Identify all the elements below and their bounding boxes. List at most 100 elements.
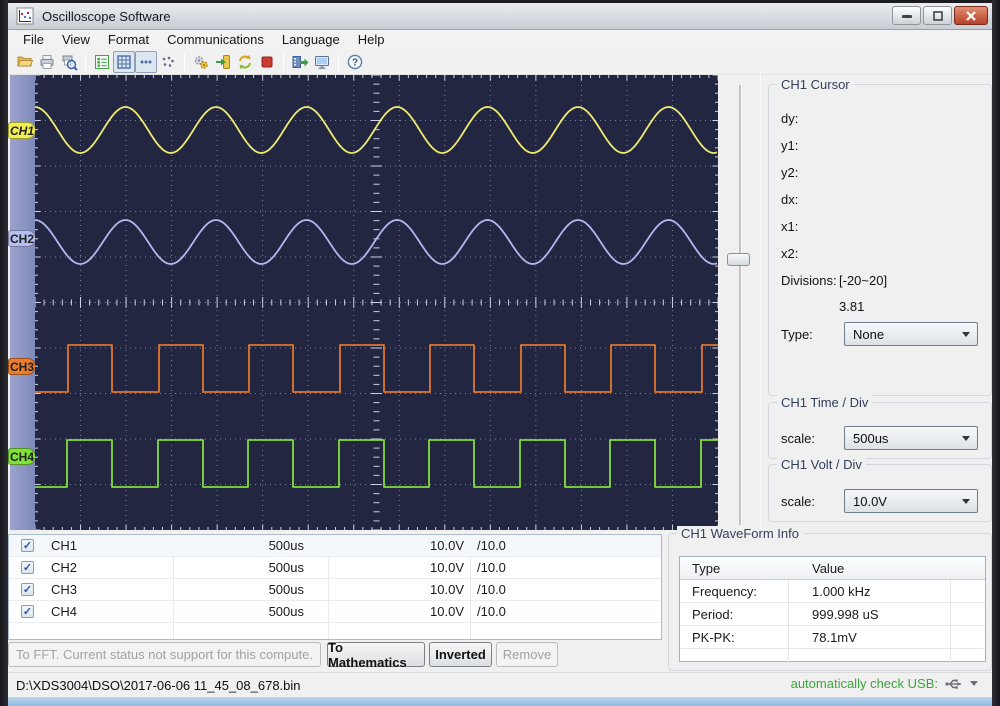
- table-row-ch1[interactable]: ✓ CH1 500us 10.0V /10.0: [9, 535, 661, 557]
- to-fft-button[interactable]: To FFT. Current status not support for t…: [8, 642, 321, 667]
- volt-div-panel: CH1 Volt / Div scale: 10.0V: [768, 464, 992, 522]
- channel-tag-ch2[interactable]: CH2: [8, 230, 36, 247]
- ch1-volt: 10.0V: [329, 538, 464, 553]
- menu-view[interactable]: View: [53, 30, 99, 50]
- grid-display-icon[interactable]: [113, 51, 135, 73]
- ch3-visible-checkbox[interactable]: ✓: [21, 583, 34, 596]
- cursor-dy-label: dy:: [781, 111, 798, 126]
- menu-format[interactable]: Format: [99, 30, 158, 50]
- minimize-button[interactable]: [892, 6, 921, 25]
- table-row-ch2[interactable]: ✓ CH2 500us 10.0V /10.0: [9, 557, 661, 579]
- app-window: Oscilloscope Software File View Format C…: [0, 0, 1000, 706]
- toolbar-separator: [283, 53, 284, 71]
- ch2-probe: /10.0: [477, 560, 506, 575]
- table-row-ch3[interactable]: ✓ CH3 500us 10.0V /10.0: [9, 579, 661, 601]
- to-mathematics-button[interactable]: To Mathematics: [327, 642, 425, 667]
- maximize-icon: [931, 10, 945, 22]
- info-row-period: Period: 999.998 uS: [680, 603, 985, 626]
- menu-file[interactable]: File: [14, 30, 53, 50]
- info-row-frequency: Frequency: 1.000 kHz: [680, 580, 985, 603]
- ch4-volt: 10.0V: [329, 604, 464, 619]
- waveform-info-panel: CH1 WaveForm Info Type Value Frequency: …: [668, 533, 992, 671]
- chevron-down-icon: [962, 436, 970, 441]
- divisions-value: 3.81: [839, 299, 864, 314]
- dots-display-icon[interactable]: [135, 51, 157, 73]
- cursor-type-select[interactable]: None: [844, 322, 978, 346]
- info-col-value: Value: [812, 561, 844, 576]
- ch3-name: CH3: [51, 582, 77, 597]
- channel-list-icon[interactable]: [91, 51, 113, 73]
- ch1-name: CH1: [51, 538, 77, 553]
- help-icon[interactable]: ?: [344, 51, 366, 73]
- settings-icon[interactable]: [190, 51, 212, 73]
- cursor-y1-label: y1:: [781, 138, 798, 153]
- time-scale-select[interactable]: 500us: [844, 426, 978, 450]
- minimize-icon: [900, 10, 914, 22]
- ch4-name: CH4: [51, 604, 77, 619]
- open-file-icon[interactable]: [14, 51, 36, 73]
- frequency-label: Frequency:: [692, 584, 757, 599]
- svg-text:?: ?: [352, 58, 358, 69]
- print-preview-icon[interactable]: [58, 51, 80, 73]
- print-icon[interactable]: [36, 51, 58, 73]
- volt-div-title: CH1 Volt / Div: [777, 457, 866, 472]
- refresh-usb-icon[interactable]: [234, 51, 256, 73]
- scope-plot[interactable]: [35, 75, 718, 530]
- cursor-type-value: None: [845, 327, 962, 342]
- cursor-dx-label: dx:: [781, 192, 798, 207]
- period-label: Period:: [692, 607, 733, 622]
- ch3-volt: 10.0V: [329, 582, 464, 597]
- window-frame-bottom: [8, 697, 992, 706]
- divisions-range: [-20~20]: [839, 273, 887, 288]
- divisions-label: Divisions:: [781, 273, 837, 288]
- import-data-icon[interactable]: [212, 51, 234, 73]
- channel-tag-ch1[interactable]: CH1: [8, 122, 36, 139]
- ch1-probe: /10.0: [477, 538, 506, 553]
- menu-help[interactable]: Help: [349, 30, 394, 50]
- device-display-icon[interactable]: [311, 51, 333, 73]
- inverted-button[interactable]: Inverted: [429, 642, 492, 667]
- file-path: D:\XDS3004\DSO\2017-06-06 11_45_08_678.b…: [16, 678, 301, 693]
- export-data-icon[interactable]: [289, 51, 311, 73]
- volt-scale-select[interactable]: 10.0V: [844, 489, 978, 513]
- time-div-panel: CH1 Time / Div scale: 500us: [768, 402, 992, 459]
- cursor-x1-label: x1:: [781, 219, 798, 234]
- maximize-button[interactable]: [923, 6, 952, 25]
- title-bar: Oscilloscope Software: [8, 3, 992, 30]
- menu-communications[interactable]: Communications: [158, 30, 273, 50]
- usb-check-label: automatically check USB:: [791, 676, 938, 691]
- vertical-slider-handle[interactable]: [727, 253, 750, 266]
- window-frame-left: [0, 0, 8, 706]
- ch2-volt: 10.0V: [329, 560, 464, 575]
- channel-tag-ch4[interactable]: CH4: [8, 448, 36, 465]
- cursor-type-label: Type:: [781, 327, 813, 342]
- ch2-visible-checkbox[interactable]: ✓: [21, 561, 34, 574]
- points-display-icon[interactable]: [157, 51, 179, 73]
- status-bar: D:\XDS3004\DSO\2017-06-06 11_45_08_678.b…: [8, 672, 992, 697]
- stop-run-icon[interactable]: [256, 51, 278, 73]
- pkpk-value: 78.1mV: [812, 630, 857, 645]
- remove-button[interactable]: Remove: [496, 642, 558, 667]
- ch1-visible-checkbox[interactable]: ✓: [21, 539, 34, 552]
- ch3-time: 500us: [174, 582, 304, 597]
- ch4-probe: /10.0: [477, 604, 506, 619]
- info-row-pkpk: PK-PK: 78.1mV: [680, 626, 985, 649]
- info-col-type: Type: [692, 561, 720, 576]
- menu-language[interactable]: Language: [273, 30, 349, 50]
- usb-icon: [944, 677, 964, 691]
- ch4-time: 500us: [174, 604, 304, 619]
- panel-separator: [760, 72, 761, 530]
- window-frame-right: [992, 0, 1000, 706]
- time-scale-label: scale:: [781, 431, 815, 446]
- waveform-info-table: Type Value Frequency: 1.000 kHz Period: …: [679, 556, 986, 662]
- vertical-slider-track[interactable]: [739, 85, 742, 525]
- volt-scale-value: 10.0V: [845, 494, 962, 509]
- channel-tag-ch3[interactable]: CH3: [8, 358, 36, 375]
- ch4-visible-checkbox[interactable]: ✓: [21, 605, 34, 618]
- close-button[interactable]: [954, 6, 988, 25]
- pkpk-label: PK-PK:: [692, 630, 735, 645]
- ch1-time: 500us: [174, 538, 304, 553]
- usb-dropdown-caret[interactable]: [970, 681, 978, 686]
- ch2-time: 500us: [174, 560, 304, 575]
- table-row-ch4[interactable]: ✓ CH4 500us 10.0V /10.0: [9, 601, 661, 623]
